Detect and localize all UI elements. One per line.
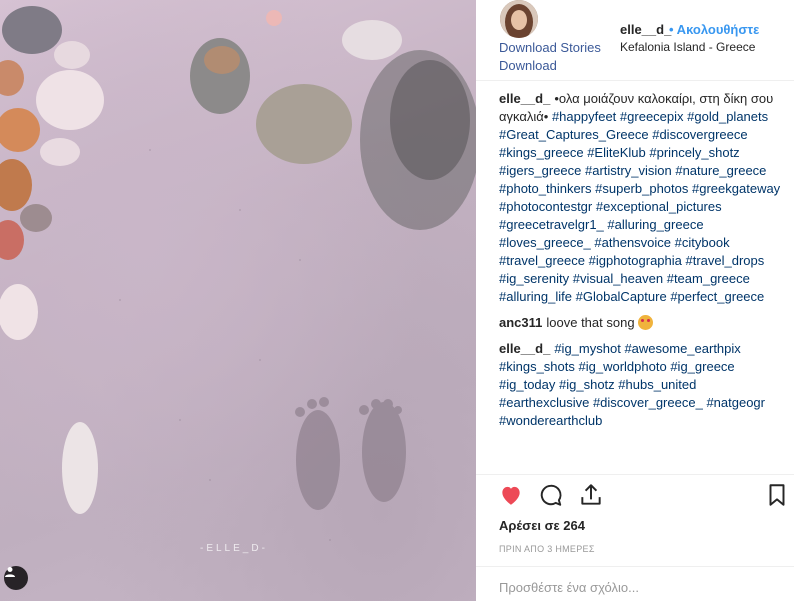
- hashtag-link[interactable]: #travel_drops: [686, 253, 765, 268]
- hashtag-link[interactable]: #ig_shotz: [559, 377, 615, 392]
- hashtag-link[interactable]: #kings_greece: [499, 145, 584, 160]
- likes-count[interactable]: Αρέσει σε 264: [499, 518, 585, 533]
- hashtag-link[interactable]: #happyfeet: [552, 109, 616, 124]
- hashtag-link[interactable]: #Great_Captures_Greece: [499, 127, 649, 142]
- hashtag-link[interactable]: #alluring_greece: [607, 217, 703, 232]
- post-timestamp: ΠΡΙΝ ΑΠΟ 3 ΗΜΕΡΕΣ: [499, 544, 595, 554]
- action-bar: [498, 482, 794, 512]
- hashtag-link[interactable]: #hubs_united: [618, 377, 696, 392]
- hashtag-link[interactable]: #igphotographia: [589, 253, 682, 268]
- star-struck-emoji: [638, 315, 654, 330]
- hashtag-link[interactable]: #artistry_vision: [585, 163, 672, 178]
- comments-list: elle__d_ •ολα μοιάζουν καλοκαίρι, στη δίκ…: [499, 90, 789, 473]
- hashtag-link[interactable]: #exceptional_pictures: [596, 199, 722, 214]
- hashtag-link[interactable]: #travel_greece: [499, 253, 585, 268]
- post-location[interactable]: Kefalonia Island - Greece: [620, 40, 755, 54]
- hashtag-link[interactable]: #ig_today: [499, 377, 555, 392]
- comment-username[interactable]: elle__d_: [499, 341, 550, 356]
- hashtag-link[interactable]: #perfect_greece: [670, 289, 764, 304]
- hashtag-link[interactable]: #discovergreece: [652, 127, 747, 142]
- hashtag-link[interactable]: #greecetravelgr1_: [499, 217, 604, 232]
- hashtag-link[interactable]: #awesome_earthpix: [624, 341, 740, 356]
- hashtag-link[interactable]: #nature_greece: [675, 163, 766, 178]
- hashtag-link[interactable]: #ig_greece: [670, 359, 734, 374]
- hashtag-link[interactable]: #princely_shotz: [649, 145, 739, 160]
- hashtag-link[interactable]: #igers_greece: [499, 163, 581, 178]
- follow-button[interactable]: • Ακολουθήστε: [669, 22, 759, 37]
- post-details-panel: Download Stories Download elle__d_ • Ακο…: [476, 0, 794, 601]
- photo-watermark: -ELLE_D-: [200, 543, 268, 554]
- hashtag-link[interactable]: #superb_photos: [595, 181, 688, 196]
- hashtag-link[interactable]: #gold_planets: [687, 109, 768, 124]
- hashtag-link[interactable]: #ig_myshot: [554, 341, 620, 356]
- comment-username[interactable]: anc311: [499, 315, 542, 330]
- hashtag-link[interactable]: #natgeogr: [706, 395, 765, 410]
- post-username[interactable]: elle__d_: [620, 22, 671, 37]
- hashtag-link[interactable]: #photocontestgr: [499, 199, 592, 214]
- comment-username[interactable]: elle__d_: [499, 91, 550, 106]
- comment-item: elle__d_ •ολα μοιάζουν καλοκαίρι, στη δίκ…: [499, 90, 789, 306]
- hashtag-link[interactable]: #citybook: [675, 235, 730, 250]
- comment-item: anc311 loove that song: [499, 314, 789, 332]
- hashtag-link[interactable]: #athensvoice: [594, 235, 671, 250]
- hashtag-link[interactable]: #greekgateway: [692, 181, 780, 196]
- heart-icon[interactable]: [498, 482, 526, 510]
- share-icon[interactable]: [578, 482, 606, 510]
- header-divider: [476, 80, 794, 81]
- pebbles: [0, 6, 402, 514]
- hashtag-link[interactable]: #discover_greece_: [593, 395, 703, 410]
- actions-divider: [476, 474, 794, 475]
- add-comment-input[interactable]: [499, 580, 779, 595]
- comment-divider: [476, 566, 794, 567]
- footprints: [295, 397, 406, 510]
- hashtag-link[interactable]: #kings_shots: [499, 359, 575, 374]
- hashtag-link[interactable]: #team_greece: [667, 271, 750, 286]
- post-header: Download Stories Download elle__d_ • Ακο…: [476, 0, 794, 80]
- hashtag-link[interactable]: #wonderearthclub: [499, 413, 602, 428]
- hashtag-link[interactable]: #loves_greece_: [499, 235, 591, 250]
- comment-text: loove that song: [546, 315, 635, 330]
- hashtag-link[interactable]: #GlobalCapture: [576, 289, 667, 304]
- bookmark-icon[interactable]: [764, 482, 792, 510]
- hashtag-link[interactable]: #EliteKlub: [587, 145, 646, 160]
- comment-item: elle__d_ #ig_myshot #awesome_earthpix #ki…: [499, 340, 789, 430]
- hashtag-link[interactable]: #ig_worldphoto: [579, 359, 667, 374]
- hashtag-link[interactable]: #photo_thinkers: [499, 181, 592, 196]
- download-link[interactable]: Download: [499, 58, 557, 73]
- download-stories-link[interactable]: Download Stories: [499, 40, 601, 55]
- hashtag-link[interactable]: #greecepix: [620, 109, 684, 124]
- hashtag-link[interactable]: #alluring_life: [499, 289, 572, 304]
- post-photo[interactable]: -ELLE_D-: [0, 0, 476, 601]
- hashtag-link[interactable]: #earthexclusive: [499, 395, 589, 410]
- comment-icon[interactable]: [538, 482, 566, 510]
- hashtag-link[interactable]: #visual_heaven: [573, 271, 663, 286]
- hashtag-link[interactable]: #ig_serenity: [499, 271, 569, 286]
- beach-photo-art: [0, 6, 476, 541]
- avatar[interactable]: [500, 0, 538, 38]
- user-tag-icon[interactable]: [4, 566, 28, 590]
